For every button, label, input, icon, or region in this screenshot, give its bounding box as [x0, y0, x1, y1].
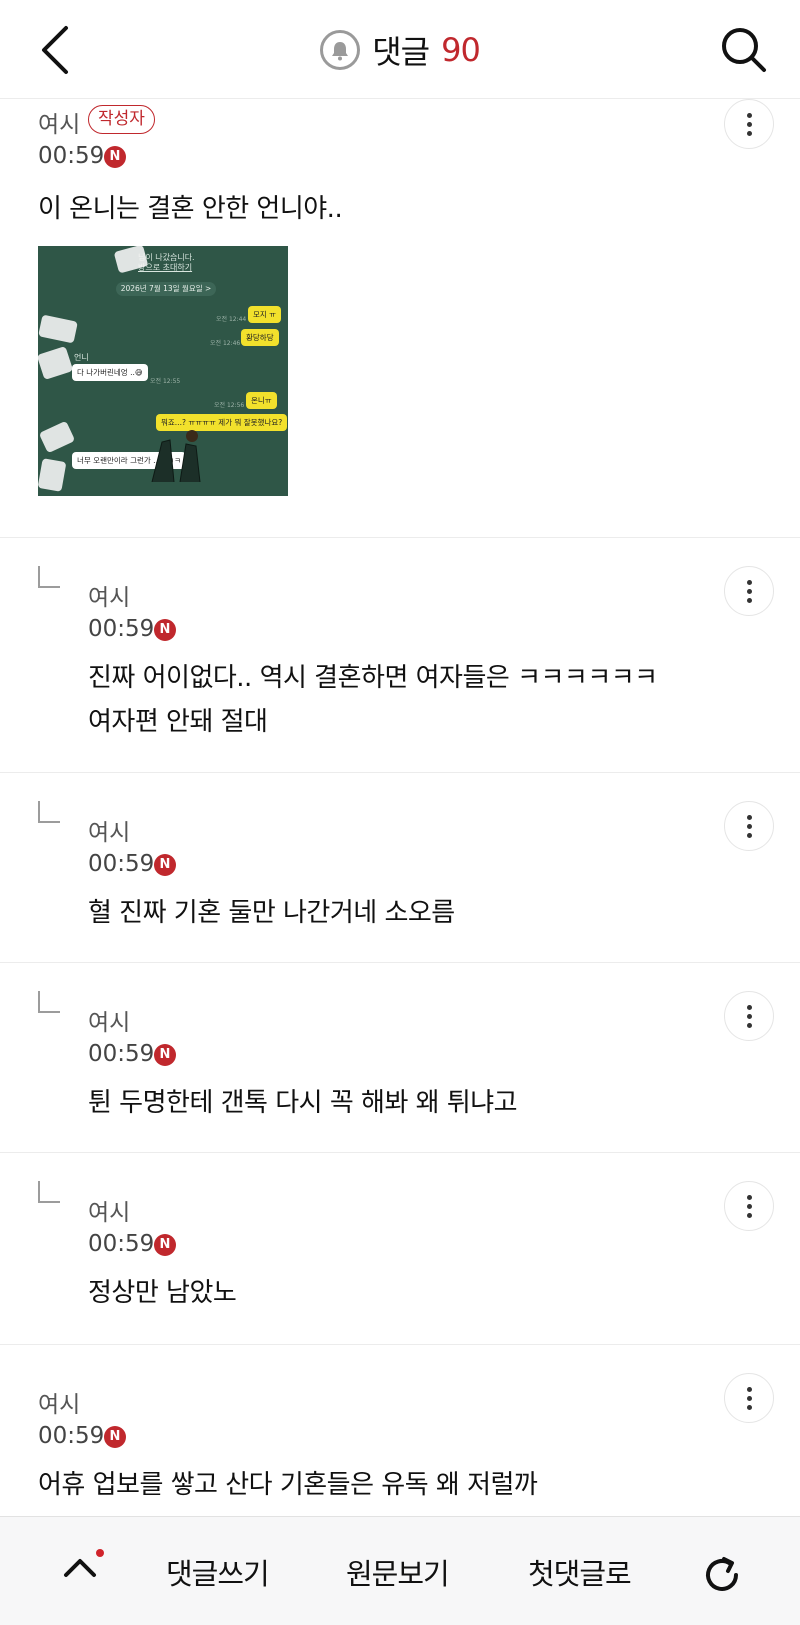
- search-icon: [722, 28, 766, 72]
- new-badge: N: [154, 619, 176, 641]
- reply-arrow-icon: [38, 801, 60, 823]
- page-title: 댓글 90: [0, 26, 800, 74]
- comment-item: 여시 00:59 N 정상만 남았노: [0, 1153, 800, 1345]
- chat-bubble: 다 나가버린네엉 ..😅: [72, 364, 148, 381]
- redaction-mark: [38, 346, 74, 380]
- chat-time: 오전 12:56: [214, 402, 245, 409]
- comment-author: 여시: [38, 1392, 81, 1418]
- more-options-button[interactable]: [724, 99, 774, 149]
- comment-time: 00:59: [38, 1423, 105, 1449]
- chat-bubble: 온니ㅠ: [246, 392, 277, 409]
- notification-dot: [96, 1549, 104, 1557]
- chat-date: 2026년 7월 13일 월요일 >: [116, 282, 216, 296]
- write-comment-button[interactable]: 댓글쓰기: [166, 1551, 270, 1593]
- comment-item: 여시 작성자 00:59 N 이 온니는 결혼 안한 언니야.. 님이 나갔습니…: [0, 99, 800, 538]
- more-options-button[interactable]: [724, 566, 774, 616]
- reply-arrow-icon: [38, 991, 60, 1013]
- redaction-mark: [38, 458, 67, 492]
- comment-time: 00:59: [88, 851, 155, 877]
- bell-icon[interactable]: [320, 30, 361, 70]
- new-badge: N: [104, 1426, 126, 1448]
- new-badge: N: [154, 854, 176, 876]
- more-options-button[interactable]: [724, 991, 774, 1041]
- redaction-mark: [38, 314, 78, 344]
- comment-text: 이 온니는 결혼 안한 언니야..: [38, 194, 343, 224]
- refresh-button[interactable]: [700, 1553, 744, 1597]
- more-vertical-icon: [746, 814, 752, 838]
- more-vertical-icon: [746, 1386, 752, 1410]
- comment-item: 여시 00:59 N 튄 두명한테 갠톡 다시 꼭 해봐 왜 튀냐고: [0, 963, 800, 1153]
- chat-time: 오전 12:46: [210, 340, 241, 347]
- view-original-button[interactable]: 원문보기: [346, 1551, 450, 1593]
- title-label: 댓글: [372, 33, 430, 71]
- comment-author: 여시: [88, 1010, 131, 1036]
- attached-image[interactable]: 님이 나갔습니다. 방으로 초대하기 2026년 7월 13일 월요일 > 오전…: [38, 246, 288, 496]
- comment-author: 여시: [38, 112, 81, 138]
- more-vertical-icon: [746, 112, 752, 136]
- new-badge: N: [104, 146, 126, 168]
- chat-sender: 언니: [74, 353, 89, 362]
- comment-author: 여시: [88, 1200, 131, 1226]
- chat-time: 오전 12:55: [150, 378, 181, 385]
- comment-text: 진짜 어이없다.. 역시 결혼하면 여자들은 ㅋㅋㅋㅋㅋㅋ 여자편 안돼 절대: [88, 663, 658, 737]
- more-options-button[interactable]: [724, 1181, 774, 1231]
- comment-author: 여시: [88, 585, 131, 611]
- top-header: 댓글 90: [0, 0, 800, 99]
- comment-time: 00:59: [88, 1041, 155, 1067]
- search-button[interactable]: [718, 24, 770, 76]
- comment-text: 정상만 남았노: [88, 1278, 237, 1308]
- comment-text: 어휴 업보를 쌓고 산다 기혼들은 유독 왜 저럴까: [38, 1470, 538, 1500]
- sticker-image: [151, 430, 201, 482]
- comment-item: 여시 00:59 N 어휴 업보를 쌓고 산다 기혼들은 유독 왜 저럴까: [0, 1345, 800, 1516]
- comment-time: 00:59: [88, 1231, 155, 1257]
- bottom-toolbar: 댓글쓰기 원문보기 첫댓글로: [0, 1516, 800, 1625]
- more-vertical-icon: [746, 579, 752, 603]
- chat-bubble: 모지 ㅠ: [248, 306, 282, 323]
- reply-arrow-icon: [38, 566, 60, 588]
- redaction-mark: [38, 420, 76, 454]
- comment-author: 여시: [88, 820, 131, 846]
- chat-bubble: 황당하당: [241, 329, 279, 346]
- more-vertical-icon: [746, 1004, 752, 1028]
- first-comment-button[interactable]: 첫댓글로: [528, 1551, 632, 1593]
- comment-time: 00:59: [38, 143, 105, 169]
- more-options-button[interactable]: [724, 801, 774, 851]
- reply-arrow-icon: [38, 1181, 60, 1203]
- new-badge: N: [154, 1234, 176, 1256]
- comment-time: 00:59: [88, 616, 155, 642]
- refresh-icon: [706, 1557, 738, 1591]
- comment-count: 90: [441, 31, 481, 69]
- comment-text: 튄 두명한테 갠톡 다시 꼭 해봐 왜 튀냐고: [88, 1088, 518, 1118]
- comment-text: 혈 진짜 기혼 둘만 나간거네 소오름: [88, 898, 455, 928]
- comment-item: 여시 00:59 N 혈 진짜 기혼 둘만 나간거네 소오름: [0, 773, 800, 963]
- comment-item: 여시 00:59 N 진짜 어이없다.. 역시 결혼하면 여자들은 ㅋㅋㅋㅋㅋㅋ…: [0, 538, 800, 773]
- author-badge: 작성자: [88, 105, 155, 134]
- new-badge: N: [154, 1044, 176, 1066]
- chat-time: 오전 12:44: [216, 316, 247, 323]
- more-options-button[interactable]: [724, 1373, 774, 1423]
- more-vertical-icon: [746, 1194, 752, 1218]
